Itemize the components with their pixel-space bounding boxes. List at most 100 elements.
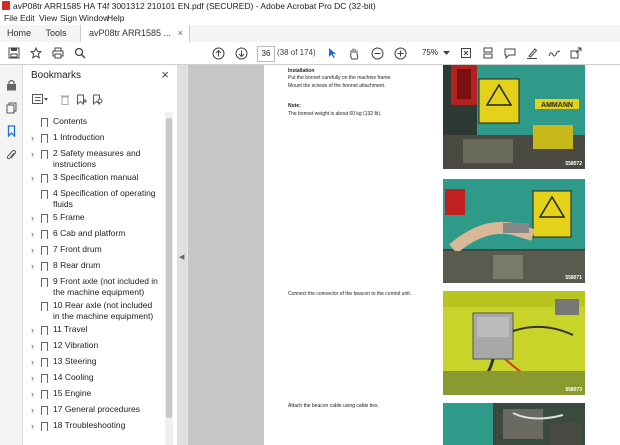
next-page-icon[interactable] <box>233 45 249 61</box>
chevron-right-icon[interactable]: › <box>31 261 39 271</box>
bookmark-item[interactable]: › 12 Vibration <box>23 339 168 355</box>
previous-page-icon[interactable] <box>210 45 226 61</box>
chevron-right-icon[interactable]: › <box>31 133 39 143</box>
tab-tools[interactable]: Tools <box>38 25 74 42</box>
bookmark-label: 17 General procedures <box>53 404 140 414</box>
bookmark-item[interactable]: › 14 Cooling <box>23 371 168 387</box>
bookmark-label: 10 Rear axle (not included in the machin… <box>53 300 154 321</box>
bookmark-item[interactable]: › 3 Specification manual <box>23 171 168 187</box>
window-titlebar: avP08tr ARR1585 HA T4f 3001312 210101 EN… <box>0 0 620 12</box>
chevron-right-icon[interactable]: › <box>31 229 39 239</box>
document-viewer[interactable]: Installation Put the bonnet carefully on… <box>188 65 620 445</box>
chevron-right-icon[interactable]: › <box>31 149 39 159</box>
photo-code: 558072 <box>565 161 582 167</box>
bookmark-item[interactable]: › 17 General procedures <box>23 403 168 419</box>
bookmark-item[interactable]: › 18 Troubleshooting <box>23 419 168 435</box>
chevron-right-icon[interactable]: › <box>31 405 39 415</box>
chevron-right-icon[interactable]: › <box>31 421 39 431</box>
tab-close-button[interactable]: × <box>178 25 183 42</box>
bookmark-item[interactable]: › 5 Frame <box>23 211 168 227</box>
fit-page-icon[interactable] <box>458 45 474 61</box>
panel-divider[interactable]: ◀ <box>177 65 187 445</box>
share-icon[interactable] <box>568 45 584 61</box>
bookmarks-icon[interactable] <box>3 123 19 139</box>
installation-heading: Installation <box>288 68 315 74</box>
bookmark-label: 12 Vibration <box>53 340 99 350</box>
bookmark-label: 8 Rear drum <box>53 260 101 270</box>
pages-icon[interactable] <box>3 100 19 116</box>
hand-icon[interactable] <box>346 45 362 61</box>
bookmark-label: 2 Safety measures and instructions <box>53 148 141 169</box>
bookmark-item[interactable]: › 13 Steering <box>23 355 168 371</box>
bookmark-label: 5 Frame <box>53 212 85 222</box>
bookmark-item[interactable]: › 1 Introduction <box>23 131 168 147</box>
attachments-icon[interactable] <box>3 147 19 163</box>
zoom-dropdown-icon[interactable] <box>442 45 450 61</box>
bookmark-item[interactable]: › 2 Safety measures and instructions <box>23 147 168 171</box>
menu-view[interactable]: View <box>39 12 57 25</box>
close-bookmarks-button[interactable]: × <box>161 67 169 82</box>
zoom-out-icon[interactable] <box>369 45 385 61</box>
zoom-in-icon[interactable] <box>392 45 408 61</box>
bookmark-item[interactable]: › 11 Travel <box>23 323 168 339</box>
search-icon[interactable] <box>72 45 88 61</box>
bookmark-item[interactable]: 10 Rear axle (not included in the machin… <box>23 299 168 323</box>
bookmark-label: 15 Engine <box>53 388 92 398</box>
tab-bar: Home Tools avP08tr ARR1585 ... × <box>0 25 620 43</box>
chevron-right-icon[interactable]: › <box>31 173 39 183</box>
tab-document[interactable]: avP08tr ARR1585 ... × <box>80 25 190 42</box>
page-number-input[interactable]: 36 <box>257 46 275 62</box>
bookmarks-panel: Bookmarks × Contents › 1 Introduction › 2 … <box>23 65 178 445</box>
bookmark-item[interactable]: 4 Specification of operating fluids <box>23 187 168 211</box>
comment-icon[interactable] <box>502 45 518 61</box>
scrollbar-thumb[interactable] <box>166 118 172 418</box>
menu-help[interactable]: Help <box>107 12 124 25</box>
zoom-level-input[interactable]: 75% <box>418 46 442 60</box>
save-icon[interactable] <box>6 45 22 61</box>
bookmark-item[interactable]: › 6 Cab and platform <box>23 227 168 243</box>
select-cursor-icon[interactable] <box>324 45 340 61</box>
bookmarks-scrollbar[interactable] <box>165 112 173 445</box>
chevron-right-icon[interactable]: › <box>31 325 39 335</box>
bookmark-label: 18 Troubleshooting <box>53 420 126 430</box>
bookmark-item[interactable]: › 8 Rear drum <box>23 259 168 275</box>
bookmark-star-icon[interactable] <box>28 45 44 61</box>
tab-home[interactable]: Home <box>0 25 38 42</box>
sign-icon[interactable] <box>546 45 562 61</box>
chevron-right-icon[interactable]: › <box>31 389 39 399</box>
menu-edit[interactable]: Edit <box>20 12 35 25</box>
bookmark-item[interactable]: › 7 Front drum <box>23 243 168 259</box>
chevron-right-icon[interactable]: › <box>31 213 39 223</box>
machine-photo-1: AMMANN 558072 <box>443 65 585 169</box>
photo-code: 558073 <box>565 387 582 393</box>
delete-bookmark-icon[interactable] <box>57 91 73 107</box>
print-icon[interactable] <box>50 45 66 61</box>
collapse-panel-icon[interactable]: ◀ <box>179 253 184 261</box>
chevron-right-icon[interactable]: › <box>31 357 39 367</box>
menu-sign[interactable]: Sign <box>60 12 77 25</box>
bookmark-item[interactable]: 9 Front axle (not included in the machin… <box>23 275 168 299</box>
menu-file[interactable]: File <box>4 12 18 25</box>
menu-window[interactable]: Window <box>79 12 109 25</box>
bookmark-list: Contents › 1 Introduction › 2 Safety measu… <box>23 115 168 435</box>
chevron-right-icon[interactable]: › <box>31 373 39 383</box>
chevron-right-icon[interactable]: › <box>31 245 39 255</box>
bookmark-flag-icon <box>41 342 48 354</box>
bookmark-options-icon[interactable] <box>31 91 49 107</box>
window-title: avP08tr ARR1585 HA T4f 3001312 210101 EN… <box>13 1 376 11</box>
find-bookmark-icon[interactable] <box>89 91 105 107</box>
bookmark-label: 1 Introduction <box>53 132 105 142</box>
scroll-mode-icon[interactable] <box>480 45 496 61</box>
highlight-icon[interactable] <box>524 45 540 61</box>
ammann-logo: AMMANN <box>541 102 573 109</box>
machine-photo-3: 558073 <box>443 291 585 395</box>
bookmark-item[interactable]: Contents <box>23 115 168 131</box>
photo-code: 558071 <box>565 275 582 281</box>
new-bookmark-icon[interactable] <box>73 91 89 107</box>
bookmark-label: 13 Steering <box>53 356 97 366</box>
bookmark-flag-icon <box>41 230 48 242</box>
bookmark-flag-icon <box>41 150 48 162</box>
lock-icon[interactable] <box>3 77 19 93</box>
chevron-right-icon[interactable]: › <box>31 341 39 351</box>
bookmark-item[interactable]: › 15 Engine <box>23 387 168 403</box>
